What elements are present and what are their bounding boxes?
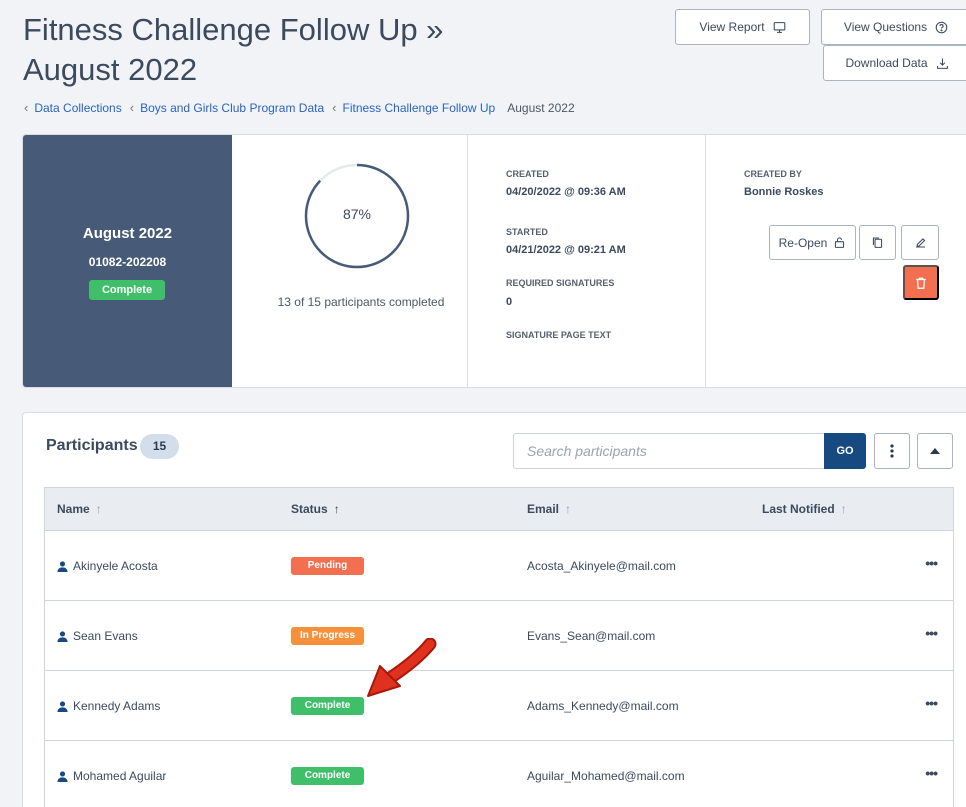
user-icon (57, 700, 68, 712)
column-header-name[interactable]: Name ↑ (57, 502, 102, 516)
sort-arrow-icon: ↑ (95, 502, 102, 516)
chevron-left-icon: ‹ (332, 100, 337, 115)
more-vertical-icon (890, 444, 894, 458)
column-header-status[interactable]: Status ↑ (291, 502, 340, 516)
participant-name-cell: Mohamed Aguilar (57, 769, 166, 783)
participant-name[interactable]: Mohamed Aguilar (73, 769, 166, 783)
table-row: Mohamed Aguilar Complete Aguilar_Mohamed… (44, 741, 954, 807)
table-row: Sean Evans In Progress Evans_Sean@mail.c… (44, 601, 954, 671)
ellipsis-icon[interactable]: ••• (925, 765, 938, 781)
monitor-icon (773, 21, 785, 33)
breadcrumb: ‹ Data Collections ‹ Boys and Girls Club… (22, 100, 575, 115)
user-icon (57, 630, 68, 642)
status-badge: Complete (291, 697, 364, 715)
ellipsis-icon[interactable]: ••• (925, 555, 938, 571)
help-circle-icon (935, 21, 948, 33)
status-badge: Complete (291, 767, 364, 785)
unlock-icon (835, 237, 845, 248)
status-badge: Pending (291, 557, 364, 575)
user-icon (57, 560, 68, 572)
created-by-value: Bonnie Roskes (744, 186, 824, 198)
participant-name-cell: Sean Evans (57, 629, 138, 643)
participant-email: Acosta_Akinyele@mail.com (527, 559, 676, 573)
breadcrumb-data-collections[interactable]: Data Collections (34, 101, 121, 115)
participant-email: Evans_Sean@mail.com (527, 629, 656, 643)
table-header: Name ↑ Status ↑ Email ↑ Last Notified ↑ (44, 487, 954, 531)
ellipsis-icon[interactable]: ••• (925, 695, 938, 711)
reopen-label: Re-Open (778, 235, 828, 250)
signature-page-text-label: SIGNATURE PAGE TEXT (506, 330, 612, 340)
download-data-button[interactable]: Download Data (823, 45, 966, 81)
breadcrumb-program-data[interactable]: Boys and Girls Club Program Data (140, 101, 324, 115)
delete-button[interactable] (903, 265, 939, 300)
summary-panel: August 2022 01082-202208 Complete (23, 135, 232, 387)
view-questions-button[interactable]: View Questions (821, 9, 966, 45)
participants-count-badge: 15 (140, 434, 179, 459)
page-title-line2: August 2022 (23, 52, 198, 87)
required-signatures-value: 0 (506, 296, 513, 308)
sort-arrow-icon: ↑ (333, 502, 340, 516)
divider (705, 135, 706, 387)
download-data-label: Download Data (845, 56, 928, 70)
annotation-arrow-icon (367, 638, 437, 697)
progress-percent: 87% (342, 206, 372, 222)
copy-button[interactable] (859, 225, 896, 260)
table-row: Kennedy Adams Complete Adams_Kennedy@mai… (44, 671, 954, 741)
search-input[interactable] (513, 433, 825, 469)
sort-arrow-icon: ↑ (840, 502, 847, 516)
column-header-email[interactable]: Email ↑ (527, 502, 571, 516)
required-signatures-label: REQUIRED SIGNATURES (506, 278, 615, 288)
reopen-button[interactable]: Re-Open (769, 225, 856, 260)
created-value: 04/20/2022 @ 09:36 AM (506, 186, 626, 198)
created-label: CREATED (506, 169, 549, 179)
trash-icon (916, 277, 926, 289)
chevron-left-icon: ‹ (129, 100, 135, 115)
created-by-label: CREATED BY (744, 169, 802, 179)
status-badge: In Progress (291, 627, 364, 645)
started-label: STARTED (506, 227, 548, 237)
user-icon (57, 770, 68, 782)
ellipsis-icon[interactable]: ••• (925, 625, 938, 641)
page-title: Fitness Challenge Follow Up » August 202… (23, 10, 443, 90)
caret-up-icon (930, 448, 940, 454)
progress-caption: 13 of 15 participants completed (277, 295, 445, 309)
participant-name[interactable]: Akinyele Acosta (73, 559, 158, 573)
more-options-button[interactable] (874, 433, 910, 469)
participant-name[interactable]: Kennedy Adams (73, 699, 160, 713)
collapse-button[interactable] (917, 433, 953, 469)
breadcrumb-fitness-challenge[interactable]: Fitness Challenge Follow Up (342, 101, 495, 115)
collection-summary-card: August 2022 01082-202208 Complete 87% 13… (22, 134, 966, 388)
view-questions-label: View Questions (843, 20, 928, 34)
status-badge: Complete (89, 280, 165, 300)
copy-icon (872, 237, 883, 248)
view-report-button[interactable]: View Report (675, 9, 810, 45)
participant-name[interactable]: Sean Evans (73, 629, 138, 643)
page-title-line1: Fitness Challenge Follow Up » (23, 12, 444, 47)
view-report-label: View Report (699, 20, 765, 34)
participant-email: Adams_Kennedy@mail.com (527, 699, 679, 713)
go-button[interactable]: GO (824, 433, 866, 469)
edit-button[interactable] (901, 225, 939, 260)
chevron-left-icon: ‹ (24, 100, 29, 115)
edit-icon (915, 238, 925, 248)
table-row: Akinyele Acosta Pending Acosta_Akinyele@… (44, 531, 954, 601)
participant-name-cell: Kennedy Adams (57, 699, 160, 713)
download-icon (936, 58, 948, 69)
divider (467, 135, 468, 387)
breadcrumb-current: August 2022 (507, 100, 575, 115)
collection-name: August 2022 (82, 225, 173, 242)
sort-arrow-icon: ↑ (565, 502, 572, 516)
participants-title: Participants (46, 437, 138, 454)
started-value: 04/21/2022 @ 09:21 AM (506, 244, 626, 256)
participants-panel: Participants 15 GO Name↑ Status↑ Email↑ … (22, 412, 966, 807)
participant-name-cell: Akinyele Acosta (57, 559, 158, 573)
collection-code: 01082-202208 (88, 255, 167, 269)
participant-email: Aguilar_Mohamed@mail.com (527, 769, 685, 783)
column-header-last-notified[interactable]: Last Notified ↑ (762, 502, 847, 516)
